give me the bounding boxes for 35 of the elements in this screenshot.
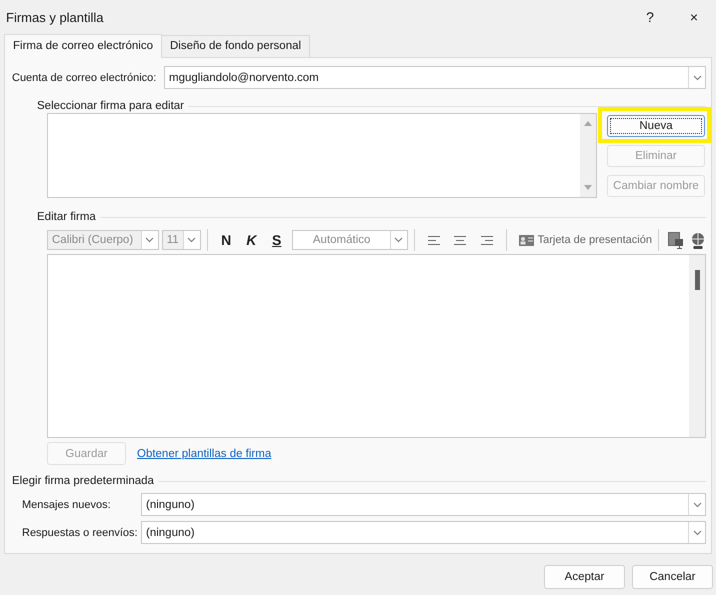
scrollbar-thumb[interactable] — [694, 270, 700, 290]
signature-dropdown[interactable]: (ninguno) — [141, 493, 706, 516]
window-title: Firmas y plantilla — [6, 10, 105, 24]
italic-button[interactable]: K — [238, 232, 264, 248]
chevron-down-icon — [145, 237, 154, 243]
signature-dropdown[interactable]: (ninguno) — [141, 521, 706, 544]
group-heading: Seleccionar firma para editar — [37, 100, 184, 112]
contact-card-icon — [518, 234, 534, 246]
account-dropdown[interactable]: mgugliandolo@norvento.com — [164, 66, 706, 89]
picture-insert-icon[interactable] — [668, 232, 684, 248]
business-card-button[interactable]: Tarjeta de presentación — [518, 234, 652, 246]
group-heading: Editar firma — [37, 211, 96, 223]
close-button[interactable]: × — [672, 9, 716, 25]
dialog-button[interactable]: Aceptar — [544, 565, 625, 589]
chevron-down-icon — [692, 502, 702, 508]
chevron-down-icon — [187, 237, 196, 243]
chevron-down-icon — [692, 530, 702, 536]
chevron-down-icon — [692, 74, 702, 80]
align-left-icon[interactable] — [428, 236, 440, 244]
templates-link[interactable]: Obtener plantillas de firma — [137, 448, 272, 460]
group-heading: Elegir firma predeterminada — [12, 475, 154, 487]
tab[interactable]: Firma de correo electrónico — [4, 34, 162, 58]
field-label: Cuenta de correo electrónico: — [12, 72, 158, 84]
bold-button[interactable]: N — [214, 232, 239, 248]
dialog-button[interactable]: Cancelar — [632, 565, 713, 589]
align-right-icon[interactable] — [480, 236, 492, 244]
hyperlink-globe-icon[interactable] — [690, 232, 706, 248]
chevron-down-icon — [394, 237, 404, 243]
signature-button[interactable]: Nueva — [607, 115, 705, 137]
field-label: Mensajes nuevos: — [22, 498, 112, 510]
tab[interactable]: Diseño de fondo personal — [160, 35, 310, 57]
field-label: Respuestas o reenvíos: — [22, 526, 139, 538]
underline-button[interactable]: S — [264, 232, 290, 248]
help-button[interactable]: ? — [628, 9, 672, 25]
align-center-icon[interactable] — [454, 236, 466, 244]
